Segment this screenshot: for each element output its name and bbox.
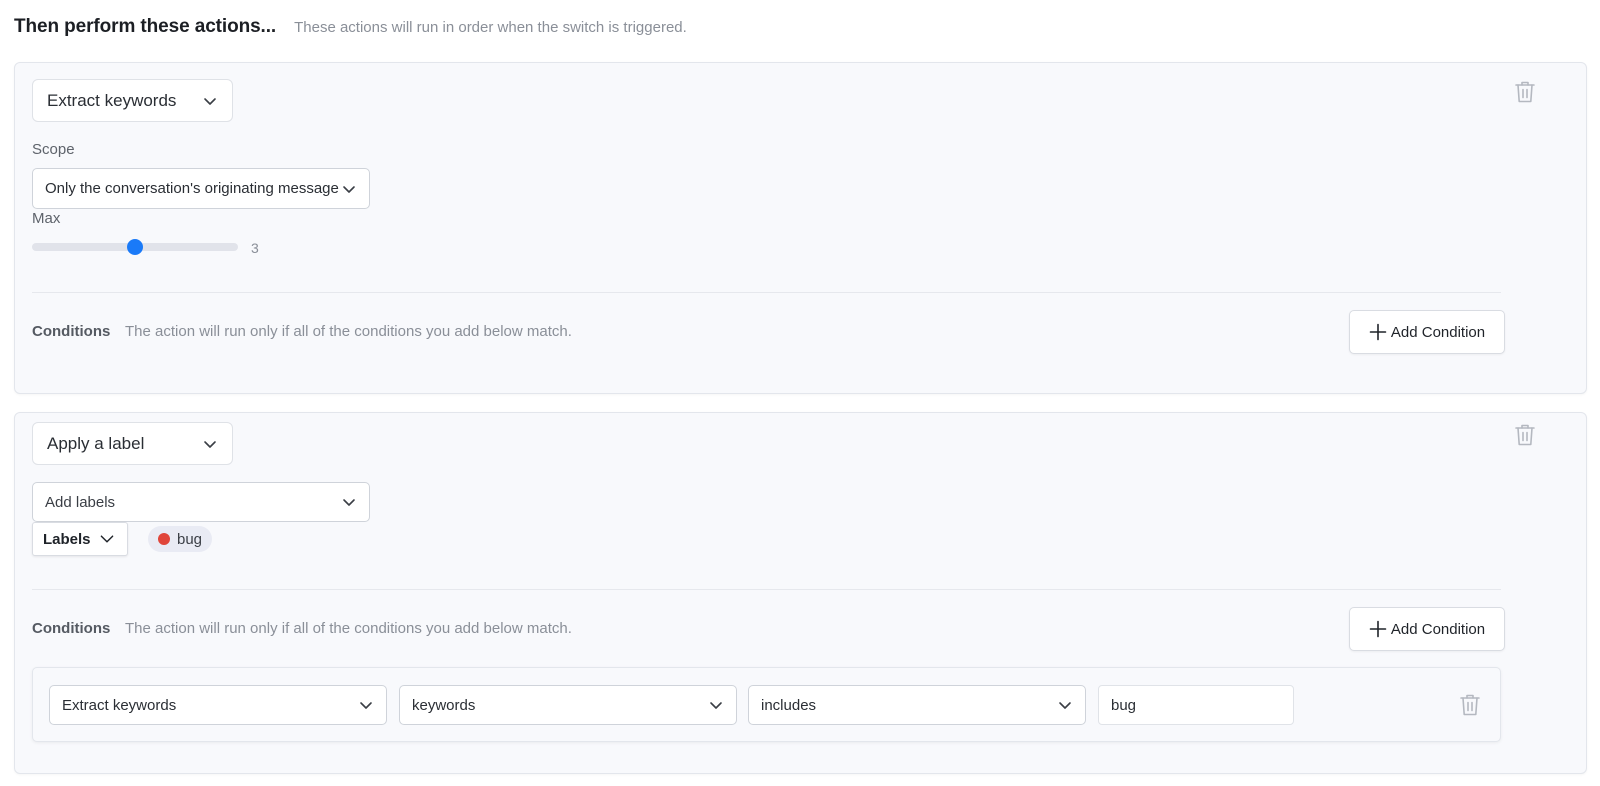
labels-dropdown-toggle[interactable]: Labels (32, 522, 128, 556)
labels-toggle-label: Labels (43, 530, 91, 548)
add-condition-label: Add Condition (1390, 323, 1486, 341)
add-condition-button[interactable]: Add Condition (1349, 310, 1505, 354)
max-value: 3 (251, 240, 259, 256)
add-labels-select[interactable]: Add labels (32, 482, 370, 522)
trash-icon[interactable] (1514, 423, 1536, 447)
conditions-title: Conditions (32, 323, 111, 340)
conditions-title: Conditions (32, 620, 111, 637)
action-type-select[interactable]: Apply a label (32, 422, 233, 465)
condition-row: Extract keywords keywords includes bug (32, 667, 1501, 742)
scope-value: Only the conversation's originating mess… (45, 180, 339, 197)
condition-field-value: keywords (412, 696, 476, 714)
scope-select[interactable]: Only the conversation's originating mess… (32, 168, 370, 209)
add-condition-button[interactable]: Add Condition (1349, 607, 1505, 651)
section-subtitle: These actions will run in order when the… (294, 19, 687, 36)
action-card-apply-label: Apply a label Add labels Labels bug Cond… (14, 412, 1587, 774)
divider (32, 589, 1501, 590)
section-header: Then perform these actions... These acti… (14, 16, 687, 38)
max-slider-thumb[interactable] (127, 239, 143, 255)
add-condition-label: Add Condition (1390, 620, 1486, 638)
chevron-down-icon (343, 185, 355, 193)
plus-icon (1369, 323, 1387, 341)
label-color-dot (158, 533, 170, 545)
condition-field-select[interactable]: keywords (399, 685, 737, 725)
divider (32, 292, 1501, 293)
chevron-down-icon (204, 440, 216, 448)
action-type-select[interactable]: Extract keywords (32, 79, 233, 122)
label-chip-text: bug (177, 530, 203, 548)
chevron-down-icon (710, 702, 722, 709)
action-type-value: Apply a label (47, 433, 145, 453)
condition-operator-select[interactable]: includes (748, 685, 1086, 725)
condition-source-value: Extract keywords (62, 696, 177, 714)
condition-operator-value: includes (761, 696, 817, 714)
add-labels-placeholder: Add labels (45, 493, 116, 511)
chevron-down-icon (100, 535, 113, 543)
chevron-down-icon (204, 97, 216, 105)
chevron-down-icon (360, 702, 372, 709)
conditions-description: The action will run only if all of the c… (125, 323, 572, 340)
action-card-extract-keywords: Extract keywords Scope Only the conversa… (14, 62, 1587, 394)
conditions-description: The action will run only if all of the c… (125, 620, 572, 637)
condition-value-text: bug (1111, 696, 1137, 714)
condition-source-select[interactable]: Extract keywords (49, 685, 387, 725)
scope-label: Scope (32, 141, 75, 158)
chevron-down-icon (343, 499, 355, 506)
condition-value-input[interactable]: bug (1098, 685, 1294, 725)
label-chip-bug[interactable]: bug (148, 526, 213, 552)
action-type-value: Extract keywords (47, 90, 177, 110)
section-title: Then perform these actions... (14, 16, 277, 37)
chevron-down-icon (1059, 702, 1071, 709)
trash-icon[interactable] (1459, 693, 1481, 717)
plus-icon (1369, 620, 1387, 638)
trash-icon[interactable] (1514, 80, 1536, 104)
max-label: Max (32, 210, 61, 227)
